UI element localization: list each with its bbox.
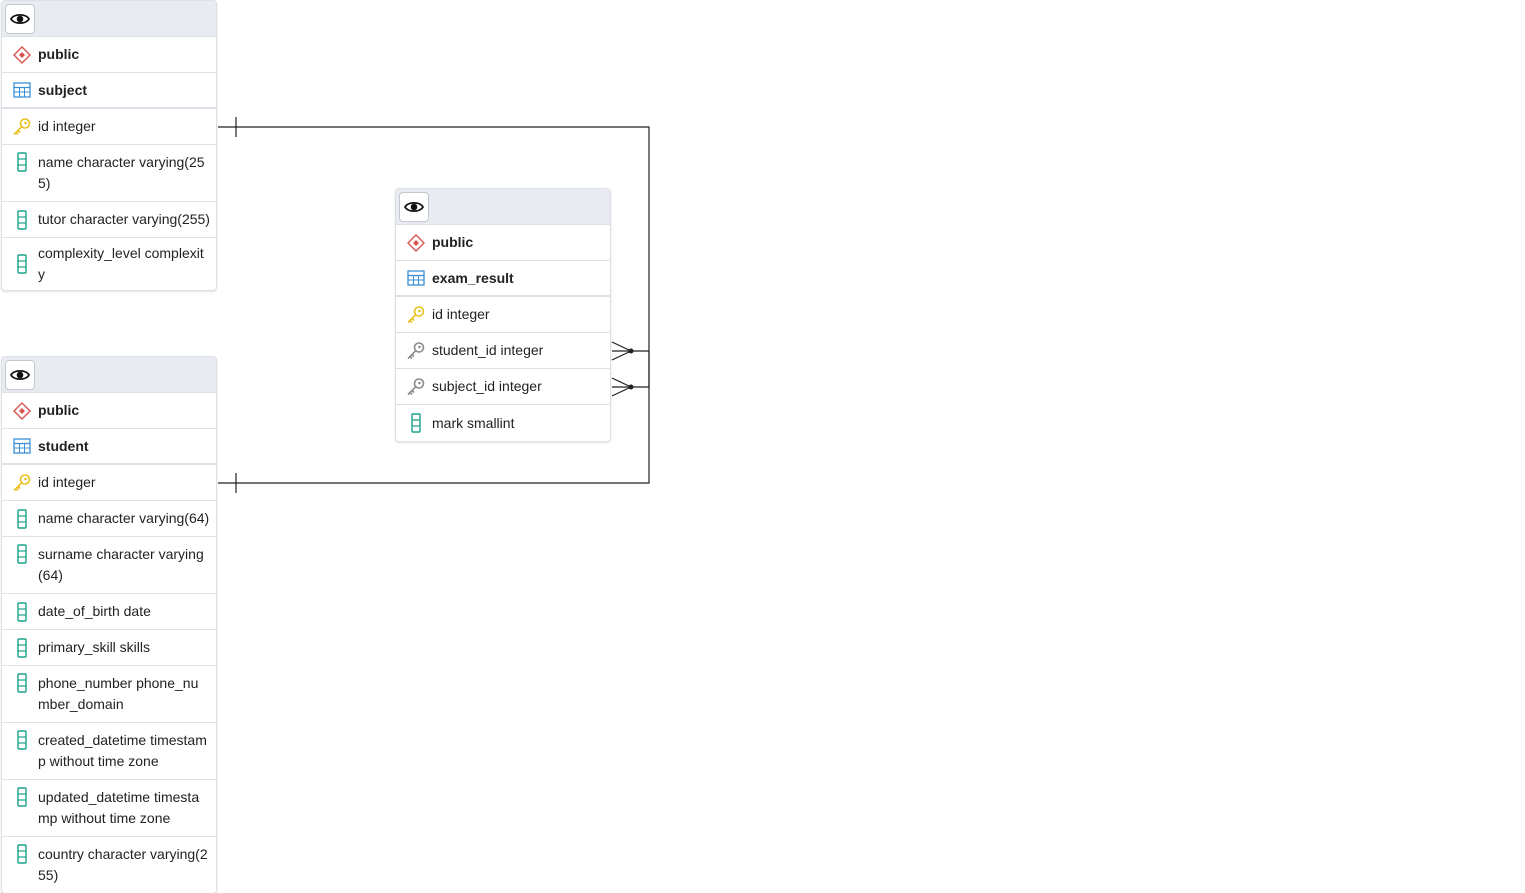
column-row: surname character varying(64): [2, 537, 216, 594]
column-text: updated_datetime timestamp without time …: [38, 789, 200, 826]
column-icon: [12, 601, 32, 622]
column-row: date_of_birth date: [2, 594, 216, 630]
toggle-details-button[interactable]: [5, 3, 35, 34]
column-icon: [406, 413, 426, 433]
eye-icon: [10, 369, 30, 380]
column-icon: [12, 508, 32, 529]
column-icon: [12, 673, 32, 693]
column-text: id integer: [38, 118, 96, 134]
column-row: mark smallint: [396, 405, 610, 441]
column-row: country character varying(255): [2, 837, 216, 893]
column-icon: [12, 637, 32, 658]
relationship-links: [218, 117, 650, 493]
schema-row: public: [2, 393, 216, 429]
table-name: student: [38, 437, 89, 454]
column-text: date_of_birth date: [38, 603, 151, 619]
primary-key-icon: [12, 473, 32, 493]
schema-name: public: [432, 234, 474, 250]
erd-canvas: public subject id integer name character…: [0, 0, 1525, 893]
column-text: id integer: [38, 474, 96, 490]
table-name: exam_result: [432, 269, 514, 286]
column-text: name character varying(255): [38, 154, 205, 191]
column-row: id integer: [396, 297, 610, 333]
column-row: complexity_level complexity: [2, 238, 216, 290]
eye-icon: [10, 13, 30, 24]
column-icon: [12, 254, 32, 274]
table-name: subject: [38, 81, 88, 98]
table-node-exam-result[interactable]: public exam_result id integer student_id…: [395, 188, 611, 442]
column-row: id integer: [2, 109, 216, 145]
column-row: name character varying(64): [2, 501, 216, 537]
schema-row: public: [2, 37, 216, 73]
column-row: id integer: [2, 465, 216, 501]
column-row: primary_skill skills: [2, 630, 216, 666]
node-header: [2, 357, 216, 393]
schema-name: public: [38, 402, 80, 418]
foreign-key-icon: [406, 377, 426, 397]
table-node-student[interactable]: public student id integer name character…: [1, 356, 217, 893]
column-icon: [12, 152, 32, 172]
column-row: name character varying(255): [2, 145, 216, 202]
column-text: surname character varying(64): [38, 546, 204, 583]
column-row: updated_datetime timestamp without time …: [2, 780, 216, 837]
column-text: complexity_level complexity: [38, 245, 204, 282]
primary-key-icon: [406, 305, 426, 325]
node-header: [2, 1, 216, 37]
foreign-key-icon: [406, 341, 426, 361]
column-row: created_datetime timestamp without time …: [2, 723, 216, 780]
column-text: subject_id integer: [432, 378, 542, 394]
column-text: country character varying(255): [38, 846, 208, 883]
toggle-details-button[interactable]: [5, 359, 35, 390]
table-icon: [406, 268, 426, 288]
primary-key-icon: [12, 117, 32, 137]
schema-icon: [12, 401, 32, 421]
column-text: created_datetime timestamp without time …: [38, 732, 207, 769]
toggle-details-button[interactable]: [399, 191, 429, 222]
schema-icon: [12, 45, 32, 65]
column-icon: [12, 844, 32, 864]
column-text: student_id integer: [432, 342, 544, 358]
table-name-row: student: [2, 429, 216, 465]
column-row: subject_id integer: [396, 369, 610, 405]
column-row: phone_number phone_number_domain: [2, 666, 216, 723]
table-node-subject[interactable]: public subject id integer name character…: [1, 0, 217, 291]
table-icon: [12, 80, 32, 100]
table-icon: [12, 436, 32, 456]
table-name-row: subject: [2, 73, 216, 109]
table-name-row: exam_result: [396, 261, 610, 297]
node-header: [396, 189, 610, 225]
column-icon: [12, 544, 32, 564]
column-icon: [12, 209, 32, 230]
schema-name: public: [38, 46, 80, 62]
schema-row: public: [396, 225, 610, 261]
column-row: student_id integer: [396, 333, 610, 369]
column-row: tutor character varying(255): [2, 202, 216, 238]
column-icon: [12, 787, 32, 807]
column-text: tutor character varying(255): [38, 211, 210, 227]
column-text: phone_number phone_number_domain: [38, 675, 199, 712]
column-icon: [12, 730, 32, 750]
eye-icon: [404, 201, 424, 212]
column-text: id integer: [432, 306, 490, 322]
column-text: primary_skill skills: [38, 639, 151, 655]
schema-icon: [406, 233, 426, 253]
column-text: name character varying(64): [38, 510, 210, 526]
column-text: mark smallint: [432, 414, 515, 431]
